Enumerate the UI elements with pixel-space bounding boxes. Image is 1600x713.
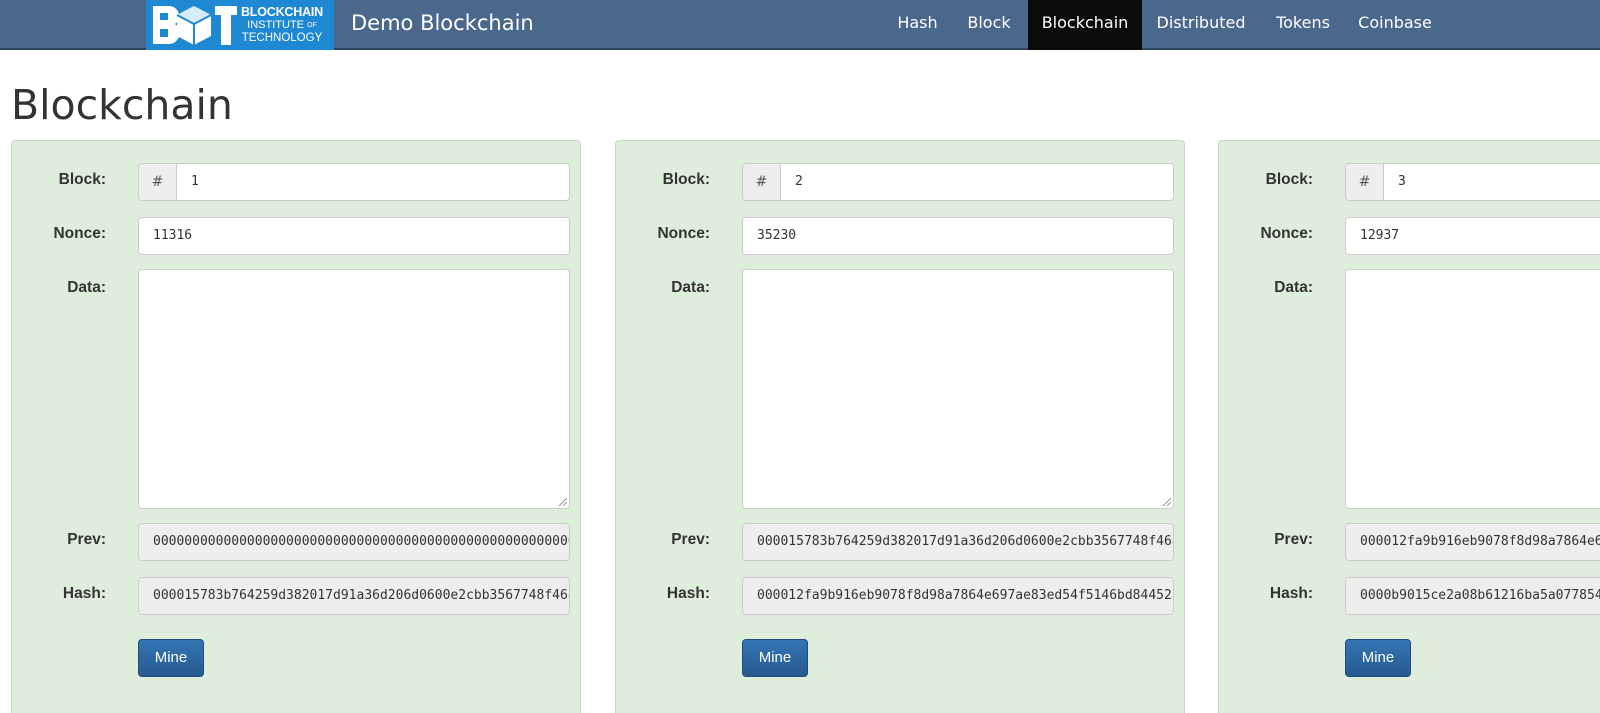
- block-number-addon: #: [742, 163, 780, 201]
- prev-label: Prev:: [1274, 531, 1313, 548]
- nonce-input[interactable]: 12937: [1345, 217, 1600, 255]
- data-label: Data:: [671, 279, 710, 296]
- nav-hash[interactable]: Hash: [883, 0, 952, 50]
- logo-line3: TECHNOLOGY: [241, 31, 323, 44]
- mine-button[interactable]: Mine: [138, 639, 204, 677]
- bit-logo-icon: [146, 0, 242, 50]
- prev-hash-field: 000012fa9b916eb9078f8d98a7864e697ae83ed5…: [1345, 523, 1600, 561]
- navbar: BLOCKCHAIN INSTITUTE OF TECHNOLOGY Demo …: [0, 0, 1600, 50]
- prev-hash-field: 0000000000000000000000000000000000000000…: [138, 523, 570, 561]
- nonce-label: Nonce:: [53, 225, 106, 242]
- mine-button[interactable]: Mine: [742, 639, 808, 677]
- nonce-label: Nonce:: [657, 225, 710, 242]
- prev-label: Prev:: [67, 531, 106, 548]
- data-textarea[interactable]: [742, 269, 1174, 509]
- block-number-input[interactable]: 3: [1383, 163, 1600, 201]
- prev-label: Prev:: [671, 531, 710, 548]
- hash-field: 000015783b764259d382017d91a36d206d0600e2…: [138, 577, 570, 615]
- resize-grip-icon[interactable]: [1161, 496, 1171, 506]
- page-title: Blockchain: [11, 81, 233, 129]
- data-textarea[interactable]: [1345, 269, 1600, 509]
- block-number-input[interactable]: 1: [176, 163, 570, 201]
- block-card-3: Block: # 3 Nonce: 12937 Data: Prev: 0000…: [1218, 140, 1600, 713]
- resize-grip-icon[interactable]: [557, 496, 567, 506]
- data-label: Data:: [67, 279, 106, 296]
- prev-hash-field: 000015783b764259d382017d91a36d206d0600e2…: [742, 523, 1174, 561]
- logo-line1: BLOCKCHAIN: [240, 4, 324, 19]
- data-label: Data:: [1274, 279, 1313, 296]
- nonce-input[interactable]: 35230: [742, 217, 1174, 255]
- nav-tokens[interactable]: Tokens: [1260, 0, 1346, 50]
- hash-field: 000012fa9b916eb9078f8d98a7864e697ae83ed5…: [742, 577, 1174, 615]
- hash-field: 0000b9015ce2a08b61216ba5a0778545bf4ddd7c…: [1345, 577, 1600, 615]
- block-number-input[interactable]: 2: [780, 163, 1174, 201]
- block-number-addon: #: [1345, 163, 1383, 201]
- brand-title[interactable]: Demo Blockchain: [351, 0, 534, 48]
- hash-label: Hash:: [1269, 585, 1313, 602]
- nav-block[interactable]: Block: [952, 0, 1026, 50]
- nav-coinbase[interactable]: Coinbase: [1346, 0, 1444, 50]
- logo-text: BLOCKCHAIN INSTITUTE OF TECHNOLOGY: [236, 4, 328, 45]
- nav-blockchain[interactable]: Blockchain: [1028, 0, 1142, 50]
- block-label: Block:: [58, 171, 106, 188]
- nonce-input[interactable]: 11316: [138, 217, 570, 255]
- data-textarea[interactable]: [138, 269, 570, 509]
- block-number-addon: #: [138, 163, 176, 201]
- nonce-label: Nonce:: [1260, 225, 1313, 242]
- mine-button[interactable]: Mine: [1345, 639, 1411, 677]
- hash-label: Hash:: [62, 585, 106, 602]
- block-card-2: Block: # 2 Nonce: 35230 Data: Prev: 0000…: [615, 140, 1185, 713]
- logo-line2-of: OF: [307, 21, 317, 29]
- logo[interactable]: BLOCKCHAIN INSTITUTE OF TECHNOLOGY: [146, 0, 334, 50]
- logo-line2: INSTITUTE: [247, 18, 305, 31]
- hash-label: Hash:: [666, 585, 710, 602]
- block-label: Block:: [1265, 171, 1313, 188]
- nav-distributed[interactable]: Distributed: [1142, 0, 1260, 50]
- block-label: Block:: [662, 171, 710, 188]
- block-card-1: Block: # 1 Nonce: 11316 Data: Prev: 0000…: [11, 140, 581, 713]
